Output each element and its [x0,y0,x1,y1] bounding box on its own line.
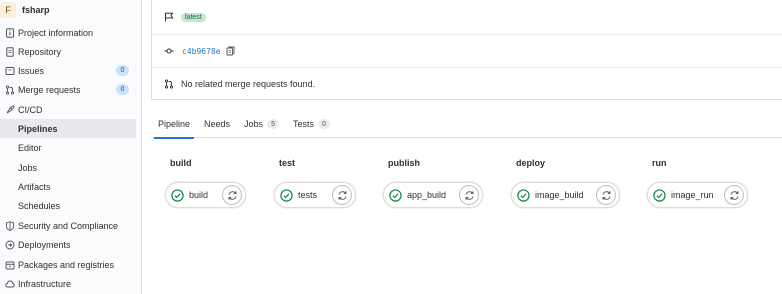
package-icon [4,259,15,270]
stage-title: publish [388,158,420,168]
deployments-icon [4,239,15,250]
sidebar-item-label: CI/CD [18,104,43,115]
tests-count-badge: 0 [317,119,330,129]
sidebar-item-label: Issues [18,65,45,76]
copy-icon[interactable] [226,46,235,56]
tab-label: Needs [204,119,231,129]
sidebar-item-deployments[interactable]: Deployments [0,235,136,254]
success-status-icon [517,188,530,202]
retry-icon[interactable] [596,185,616,205]
sidebar-item-label: Editor [18,142,42,153]
stage-test: test [279,156,295,170]
no-merge-requests-text: No related merge requests found. [181,79,316,89]
doc-icon [4,46,15,57]
project-avatar: F [0,1,16,18]
success-status-icon [653,188,666,202]
sidebar-item-jobs[interactable]: Jobs [0,158,136,177]
sidebar-item-label: Packages and registries [18,259,115,270]
latest-badge: latest [181,12,206,22]
tab-jobs[interactable]: Jobs 5 [237,110,286,138]
job-name: image_run [671,190,714,200]
sidebar-item-label: Project information [18,27,94,38]
sidebar: F fsharp Project information Repository … [0,0,142,294]
sidebar-item-infrastructure[interactable]: Infrastructure [0,274,136,293]
tab-pipeline[interactable]: Pipeline [151,110,197,139]
sidebar-item-label: Merge requests [18,84,81,95]
sidebar-item-ci-cd[interactable]: CI/CD [0,100,136,119]
stage-title: build [170,158,192,168]
sidebar-item-label: Infrastructure [18,278,72,289]
stage-title: run [652,158,667,168]
job-build[interactable]: build [165,182,246,208]
stage-deploy: deploy [516,156,545,170]
cloud-icon [4,278,15,289]
sidebar-item-project-information[interactable]: Project information [0,23,136,42]
success-status-icon [389,188,402,202]
tab-tests[interactable]: Tests 0 [286,110,337,138]
sidebar-item-schedules[interactable]: Schedules [0,196,136,215]
sidebar-item-label: Schedules [18,200,61,211]
retry-icon[interactable] [332,185,352,205]
merge-request-icon [164,79,174,89]
job-image-build[interactable]: image_build [511,182,620,208]
issues-count-badge: 0 [116,65,129,76]
commit-row: c4b9678e [152,35,782,68]
success-status-icon [171,188,184,202]
tab-label: Pipeline [158,119,191,129]
job-name: build [189,190,209,200]
sidebar-item-label: Security and Compliance [18,220,119,231]
sidebar-item-security-and-compliance[interactable]: Security and Compliance [0,216,136,235]
merge-request-icon [4,84,15,95]
project-header[interactable]: F fsharp [0,0,142,19]
tab-needs[interactable]: Needs [197,110,237,138]
sidebar-item-issues[interactable]: Issues 0 [0,61,136,80]
retry-icon[interactable] [724,185,744,205]
job-image-run[interactable]: image_run [647,182,748,208]
job-name: app_build [407,190,447,200]
info-icon [4,27,15,38]
sidebar-item-label: Deployments [18,239,71,250]
retry-icon[interactable] [222,185,242,205]
merge-requests-row: No related merge requests found. [152,68,782,100]
tab-label: Jobs [244,119,264,129]
job-tests[interactable]: tests [274,182,356,208]
rocket-icon [4,104,15,115]
job-name: image_build [535,190,584,200]
project-name[interactable]: fsharp [22,5,50,15]
stage-title: deploy [516,158,546,168]
merge-requests-count-badge: 0 [116,84,129,95]
sidebar-item-editor[interactable]: Editor [0,138,136,157]
job-name: tests [298,190,318,200]
sidebar-item-pipelines[interactable]: Pipelines [0,119,136,138]
sidebar-item-label: Pipelines [18,123,58,134]
sidebar-item-label: Jobs [18,162,38,173]
sidebar-item-label: Artifacts [18,181,51,192]
retry-icon[interactable] [459,185,479,205]
tag-row: latest [152,0,782,35]
tab-label: Tests [292,119,314,129]
issues-icon [4,65,15,76]
flag-icon [164,12,174,22]
job-app-build[interactable]: app_build [383,182,483,208]
sidebar-item-merge-requests[interactable]: Merge requests 0 [0,80,136,99]
commit-icon [164,46,174,56]
stage-run: run [652,156,667,170]
commit-sha-link[interactable]: c4b9678e [182,47,221,56]
pipeline-info-box: latest c4b9678e No related merge request… [151,0,782,100]
sidebar-item-artifacts[interactable]: Artifacts [0,177,136,196]
stage-build: build [170,156,192,170]
stage-publish: publish [388,156,420,170]
jobs-count-badge: 5 [267,119,279,129]
shield-icon [4,220,15,231]
sidebar-item-repository[interactable]: Repository [0,42,136,61]
sidebar-item-packages-and-registries[interactable]: Packages and registries [0,255,136,274]
main-content: latest c4b9678e No related merge request… [151,0,782,294]
sidebar-item-label: Repository [18,46,62,57]
success-status-icon [280,188,293,202]
pipeline-tabs: Pipeline Needs Jobs 5 Tests 0 [151,110,782,139]
stage-title: test [279,158,296,168]
